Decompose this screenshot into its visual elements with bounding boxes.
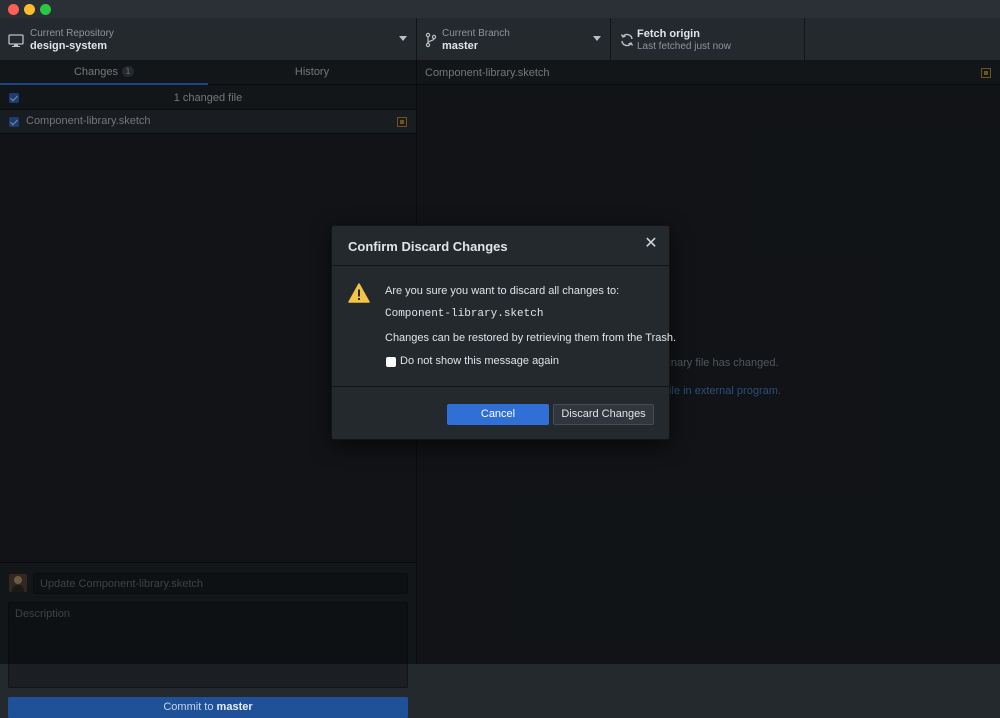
dialog-restore-note: Changes can be restored by retrieving th… bbox=[385, 332, 677, 344]
chevron-down-icon bbox=[399, 36, 407, 41]
app-window: Current Repository design-system Current… bbox=[0, 0, 1000, 718]
fetch-title: Fetch origin bbox=[637, 28, 700, 40]
toolbar: Current Repository design-system Current… bbox=[0, 18, 1000, 61]
dialog-footer: Cancel Discard Changes bbox=[332, 386, 669, 439]
fetch-origin-button[interactable]: Fetch origin Last fetched just now bbox=[611, 18, 805, 61]
branch-name: master bbox=[442, 40, 479, 52]
dialog-question: Are you sure you want to discard all cha… bbox=[385, 285, 620, 297]
dialog-header: Confirm Discard Changes ✕ bbox=[332, 226, 669, 266]
confirm-discard-dialog: Confirm Discard Changes ✕ Are you sure y… bbox=[331, 225, 676, 440]
discard-changes-button[interactable]: Discard Changes bbox=[553, 404, 654, 425]
current-repository-button[interactable]: Current Repository design-system bbox=[0, 18, 417, 61]
sync-icon bbox=[620, 33, 634, 47]
cancel-button[interactable]: Cancel bbox=[447, 404, 549, 425]
close-window-button[interactable] bbox=[8, 4, 19, 15]
zoom-window-button[interactable] bbox=[40, 4, 51, 15]
repository-name: design-system bbox=[30, 40, 108, 52]
dialog-title: Confirm Discard Changes bbox=[348, 239, 508, 254]
chevron-down-icon bbox=[593, 36, 601, 41]
commit-button-branch: master bbox=[216, 701, 253, 713]
current-branch-button[interactable]: Current Branch master bbox=[417, 18, 611, 61]
title-bar bbox=[0, 0, 1000, 18]
computer-icon bbox=[8, 34, 24, 47]
repository-caption: Current Repository bbox=[30, 28, 114, 39]
commit-button-prefix: Commit to bbox=[163, 701, 214, 713]
git-branch-icon bbox=[425, 32, 437, 48]
close-icon[interactable]: ✕ bbox=[644, 236, 658, 252]
minimize-window-button[interactable] bbox=[24, 4, 35, 15]
do-not-show-label[interactable]: Do not show this message again bbox=[400, 355, 559, 367]
branch-caption: Current Branch bbox=[442, 28, 510, 39]
warning-icon bbox=[348, 283, 370, 303]
do-not-show-checkbox[interactable] bbox=[386, 357, 396, 367]
commit-button[interactable]: Commit to master bbox=[8, 697, 408, 718]
dialog-file-name: Component-library.sketch bbox=[385, 308, 544, 320]
fetch-subtitle: Last fetched just now bbox=[637, 41, 731, 52]
